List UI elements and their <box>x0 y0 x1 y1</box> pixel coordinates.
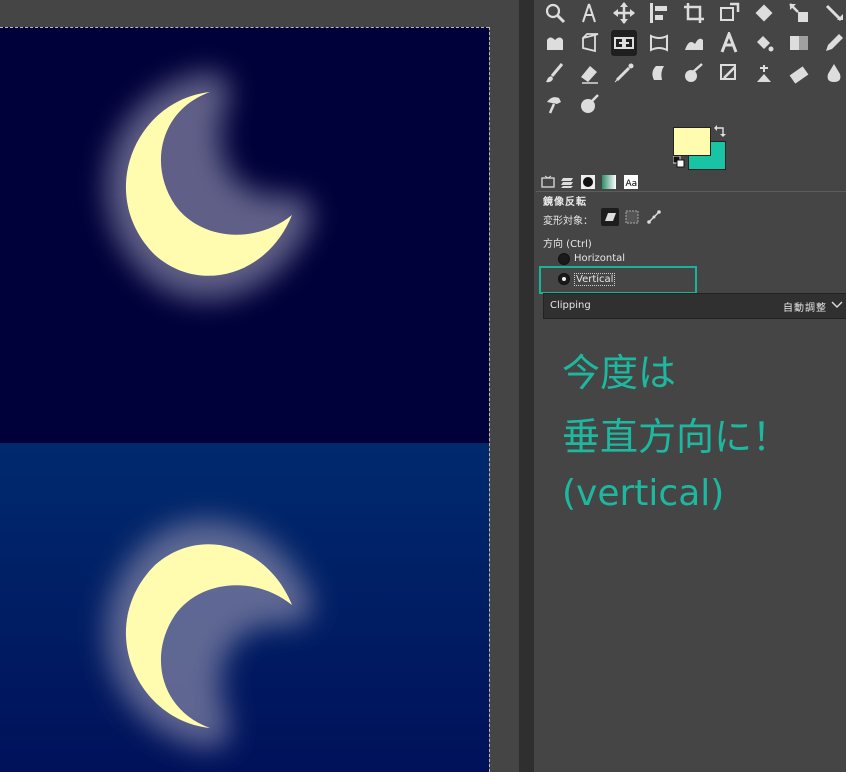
shear-icon <box>825 4 843 22</box>
airbrush-icon <box>614 63 634 83</box>
heal-tool-button[interactable] <box>751 60 777 86</box>
bucket-fill-icon <box>757 36 774 52</box>
perspective-clone-icon <box>789 66 809 84</box>
move-icon <box>613 2 635 24</box>
crop-icon <box>684 3 704 23</box>
annotation-line-2: 垂直方向に！ <box>562 415 791 459</box>
mypaint-brush-tool-button[interactable] <box>681 60 707 86</box>
transform-target-label: 変形対象： <box>543 216 593 227</box>
transform-selection-icon[interactable] <box>623 208 641 226</box>
canvas-image <box>0 27 489 772</box>
align-tool-button[interactable] <box>646 0 672 26</box>
scale-icon <box>789 3 808 22</box>
smudge-wave-icon <box>685 38 703 50</box>
align-icon <box>650 3 667 23</box>
crop-tool-button[interactable] <box>681 0 707 26</box>
gradient-icon <box>790 36 808 50</box>
blur-tool-button[interactable] <box>821 60 846 86</box>
smudge-wave-tool-button[interactable] <box>681 30 707 56</box>
annotation-line-1: 今度は <box>562 351 677 395</box>
cage-transform-tool-button[interactable] <box>542 30 568 56</box>
ink-icon <box>652 66 664 80</box>
clipping-dropdown[interactable]: Clipping 自動調整 <box>543 293 846 319</box>
perspective-icon <box>582 33 599 53</box>
color-picker-icon <box>581 94 599 113</box>
bucket-fill-tool-button[interactable] <box>751 30 777 56</box>
transform-path-icon[interactable] <box>645 208 663 226</box>
text-tool-button[interactable] <box>716 29 742 56</box>
fuzzy-select-tool-button[interactable] <box>576 0 602 26</box>
default-colors-icon[interactable] <box>673 156 685 168</box>
ink-tool-button[interactable] <box>646 60 672 86</box>
perspective-clone-tool-button[interactable] <box>786 60 812 86</box>
paintbrush-icon <box>546 63 564 83</box>
blur-icon <box>827 64 841 82</box>
layers-tab-icon[interactable] <box>559 174 575 190</box>
clipping-value: 自動調整 <box>783 303 827 314</box>
fonts-tab-icon[interactable]: Aa <box>623 174 639 190</box>
heal-icon <box>757 65 771 82</box>
foreground-color-swatch[interactable] <box>673 127 711 156</box>
horizontal-radio[interactable] <box>558 253 570 265</box>
move-tool-button[interactable] <box>611 0 637 26</box>
canvas-boundary <box>489 27 490 772</box>
text-icon <box>720 29 738 53</box>
highlight-annotation-box <box>539 266 697 294</box>
rotate-icon <box>755 4 773 22</box>
vertical-scrollbar[interactable] <box>519 0 534 772</box>
flip-tool-button[interactable] <box>611 30 637 56</box>
svg-text:Aa: Aa <box>626 179 638 189</box>
canvas-boundary <box>0 27 489 28</box>
clipping-label: Clipping <box>550 300 591 311</box>
color-picker-tool-button[interactable] <box>576 91 602 117</box>
gradient-tool-button[interactable] <box>786 30 812 56</box>
rotate-tool-button[interactable] <box>751 0 777 26</box>
flip-icon <box>614 37 634 49</box>
warp-tool-button[interactable] <box>646 30 672 56</box>
scale-tool-button[interactable] <box>786 0 812 26</box>
dock-tabs: Aa <box>540 172 846 192</box>
transform-layer-icon[interactable] <box>601 208 619 226</box>
annotation-line-3: (vertical) <box>562 473 725 514</box>
tool-options-tab-icon[interactable] <box>540 174 556 190</box>
shear-tool-button[interactable] <box>821 0 846 26</box>
paintbrush-tool-button[interactable] <box>542 60 568 86</box>
dodge-icon <box>547 97 561 114</box>
clone-tool-button[interactable] <box>716 60 742 86</box>
airbrush-tool-button[interactable] <box>611 60 637 86</box>
eraser-tool-button[interactable] <box>576 60 602 86</box>
image-canvas[interactable] <box>0 0 490 772</box>
direction-label: 方向 (Ctrl) <box>543 239 592 250</box>
channels-tab-icon[interactable] <box>580 174 596 190</box>
search-tool-button[interactable] <box>542 0 568 26</box>
mypaint-brush-icon <box>685 63 703 82</box>
eraser-icon <box>581 66 598 84</box>
tab-divider <box>536 191 846 192</box>
dodge-tool-button[interactable] <box>542 91 568 117</box>
fuzzy-select-icon <box>582 3 596 23</box>
pencil-tool-button[interactable] <box>821 30 846 56</box>
warp-icon <box>650 34 668 52</box>
chevron-down-icon <box>831 301 843 308</box>
clone-icon <box>720 64 736 80</box>
perspective-tool-button[interactable] <box>576 30 602 56</box>
unified-transform-icon <box>720 2 740 21</box>
tool-options-title: 鏡像反転 <box>543 197 587 208</box>
horizontal-radio-label[interactable]: Horizontal <box>574 253 625 264</box>
swap-colors-icon[interactable] <box>713 124 727 138</box>
search-icon <box>545 3 566 24</box>
cage-transform-icon <box>547 37 563 50</box>
pencil-icon <box>826 34 843 51</box>
gradients-tab-icon[interactable] <box>601 174 617 190</box>
unified-transform-tool-button[interactable] <box>716 0 742 26</box>
